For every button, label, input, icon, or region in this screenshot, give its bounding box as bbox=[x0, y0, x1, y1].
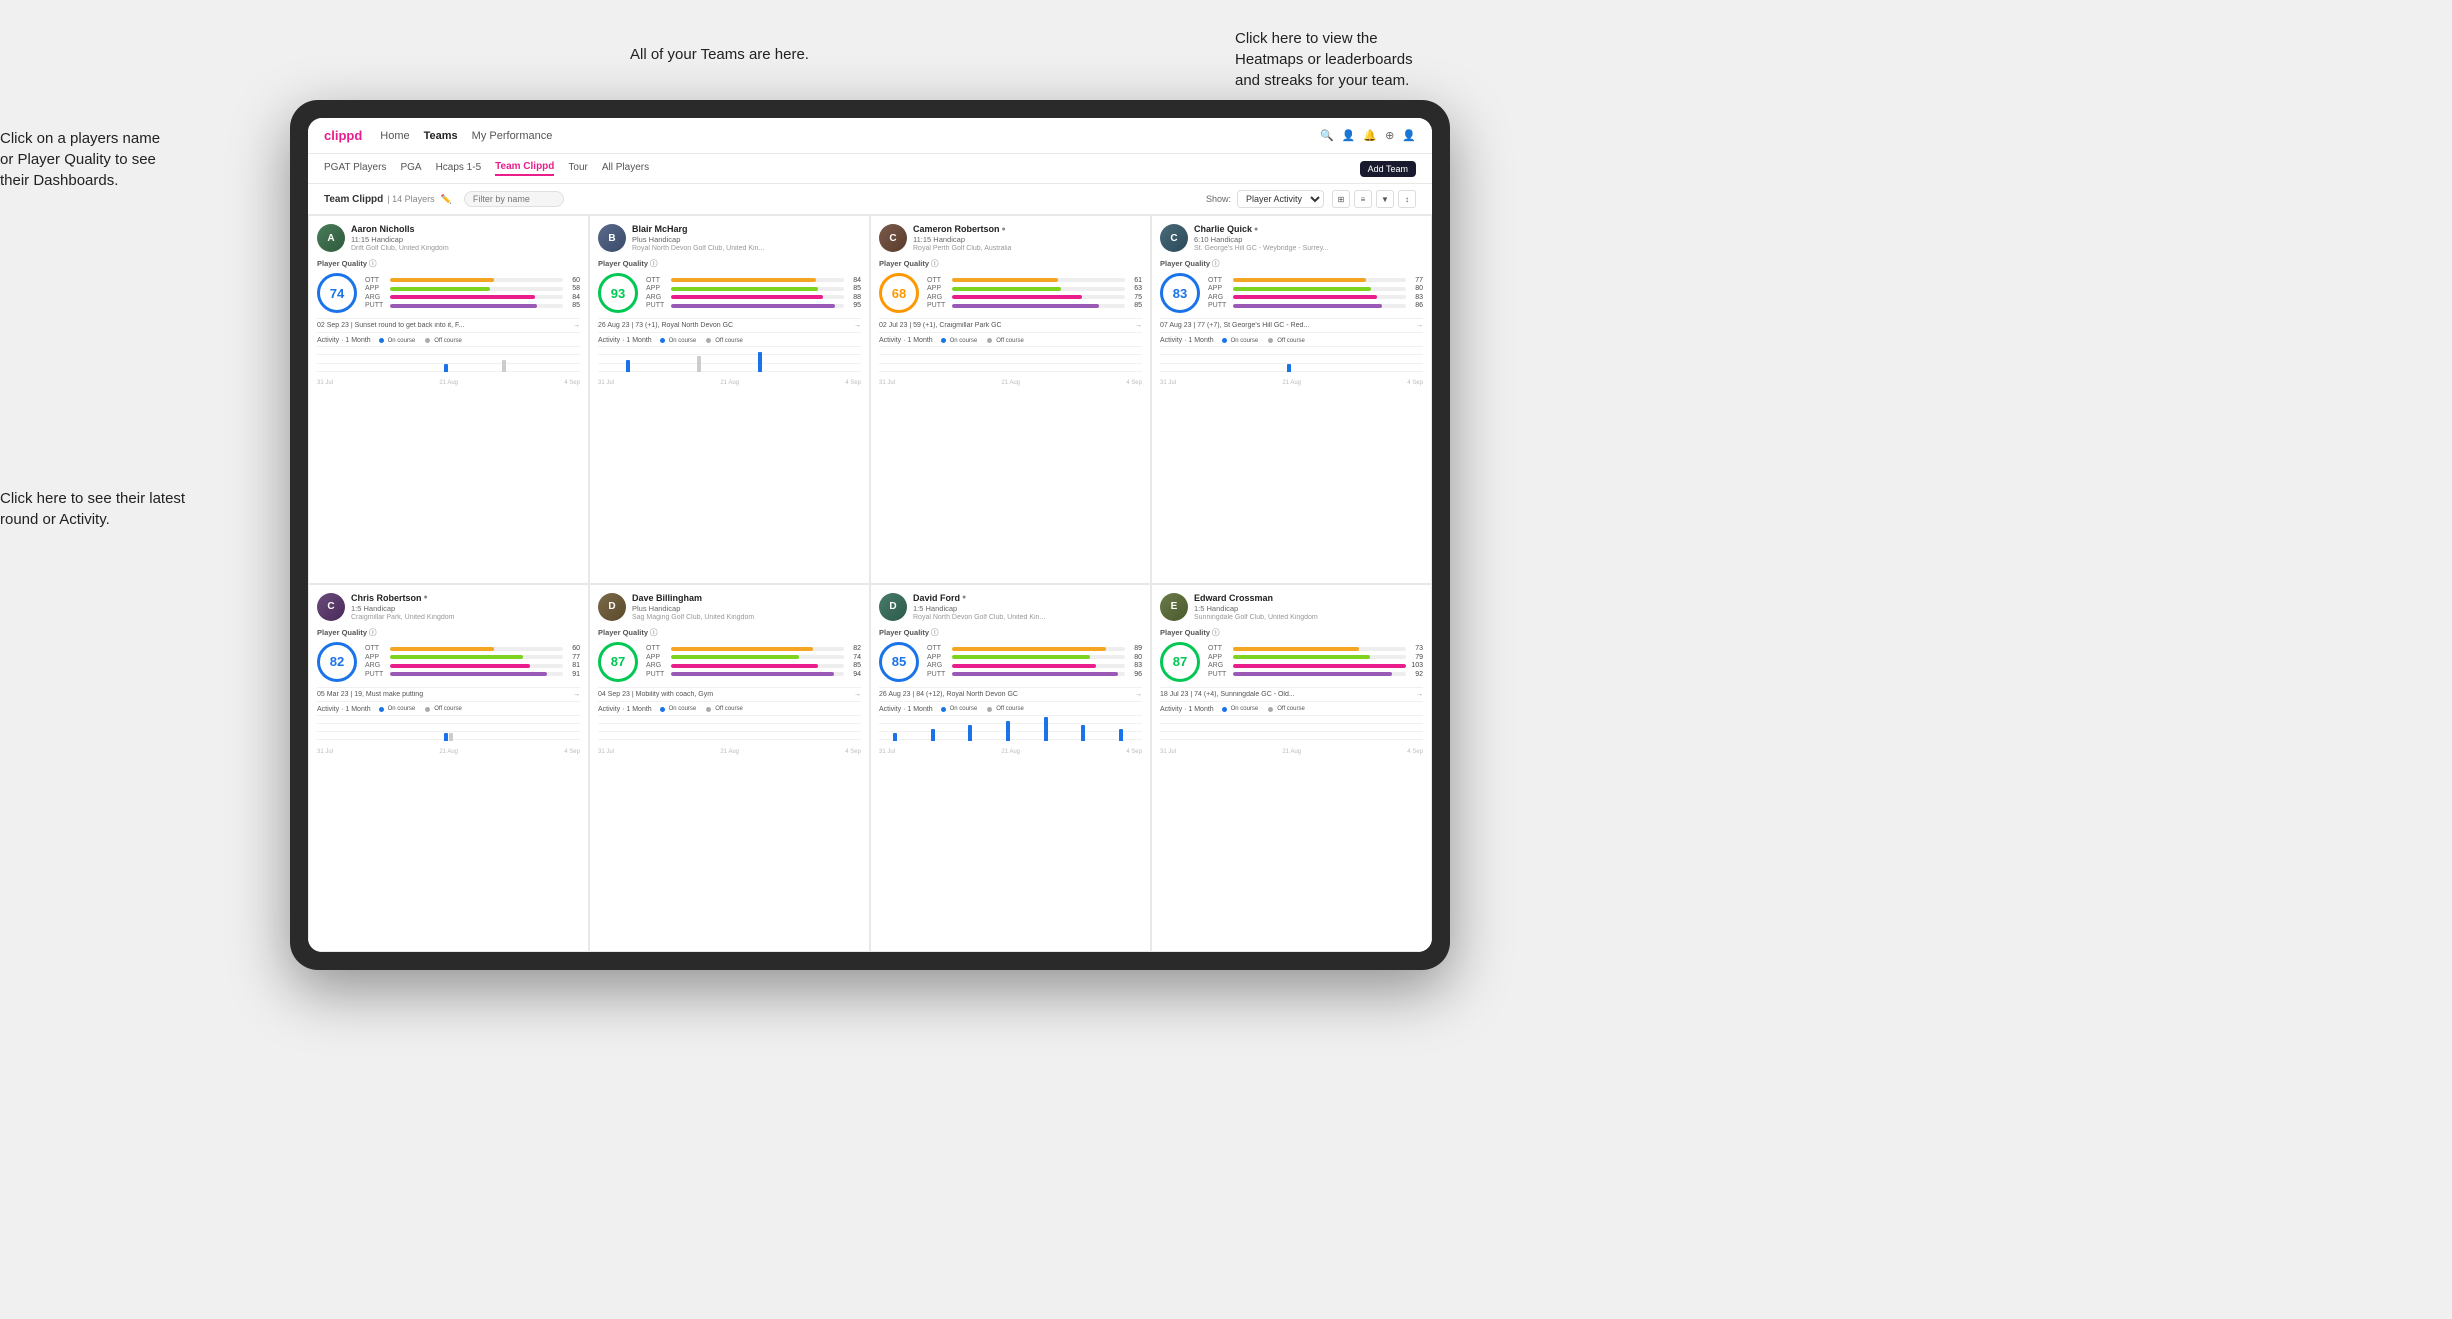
quality-stats-aaron: OTT60 APP58 ARG84 PUTT85 bbox=[365, 277, 580, 310]
player-name-aaron[interactable]: Aaron Nicholls bbox=[351, 224, 580, 234]
player-hcp-edward: 1:5 Handicap bbox=[1194, 604, 1423, 613]
player-hcp-david: 1:5 Handicap bbox=[913, 604, 1142, 613]
player-name-blair[interactable]: Blair McHarg bbox=[632, 224, 861, 234]
avatar-charlie[interactable]: C bbox=[1160, 224, 1188, 252]
player-card-charlie: C Charlie Quick ● 6:10 Handicap St. Geor… bbox=[1151, 215, 1432, 584]
avatar-dave[interactable]: D bbox=[598, 593, 626, 621]
latest-round-charlie[interactable]: 07 Aug 23 | 77 (+7), St George's Hill GC… bbox=[1160, 318, 1423, 333]
sub-nav: PGAT Players PGA Hcaps 1-5 Team Clippd T… bbox=[308, 154, 1432, 184]
player-name-david[interactable]: David Ford ● bbox=[913, 593, 1142, 603]
activity-aaron: Activity · 1 Month On course Off course bbox=[317, 337, 580, 575]
nav-home[interactable]: Home bbox=[380, 130, 409, 142]
quality-score-blair[interactable]: 93 bbox=[598, 273, 638, 313]
settings-icon[interactable]: ⊕ bbox=[1385, 129, 1394, 142]
avatar-aaron[interactable]: A bbox=[317, 224, 345, 252]
player-name-charlie[interactable]: Charlie Quick ● bbox=[1194, 224, 1423, 234]
latest-round-aaron[interactable]: 02 Sep 23 | Sunset round to get back int… bbox=[317, 318, 580, 333]
avatar-blair[interactable]: B bbox=[598, 224, 626, 252]
subnav-tour[interactable]: Tour bbox=[568, 162, 587, 175]
player-header-aaron: A Aaron Nicholls 11:15 Handicap Drift Go… bbox=[317, 224, 580, 252]
subnav-all-players[interactable]: All Players bbox=[602, 162, 649, 175]
player-club-blair: Royal North Devon Golf Club, United Kin.… bbox=[632, 245, 861, 252]
quality-score-dave[interactable]: 87 bbox=[598, 642, 638, 682]
quality-section-aaron: 74 OTT60 APP58 ARG84 PUTT85 bbox=[317, 273, 580, 313]
player-card-cameron: C Cameron Robertson ● 11:15 Handicap Roy… bbox=[870, 215, 1151, 584]
latest-round-cameron[interactable]: 02 Jul 23 | 59 (+1), Craigmillar Park GC… bbox=[879, 318, 1142, 333]
add-team-button[interactable]: Add Team bbox=[1360, 161, 1416, 177]
player-card-aaron: A Aaron Nicholls 11:15 Handicap Drift Go… bbox=[308, 215, 589, 584]
player-grid: A Aaron Nicholls 11:15 Handicap Drift Go… bbox=[308, 215, 1432, 952]
annotation-latest-round: Click here to see their latest round or … bbox=[0, 488, 185, 530]
player-club-dave: Sag Maging Golf Club, United Kingdom bbox=[632, 614, 861, 621]
player-name-cameron[interactable]: Cameron Robertson ● bbox=[913, 224, 1142, 234]
tablet-frame: clippd Home Teams My Performance 🔍 👤 🔔 ⊕… bbox=[290, 100, 1450, 970]
edit-icon[interactable]: ✏️ bbox=[441, 194, 452, 205]
player-club-cameron: Royal Perth Golf Club, Australia bbox=[913, 245, 1142, 252]
player-hcp-charlie: 6:10 Handicap bbox=[1194, 235, 1423, 244]
player-club-david: Royal North Devon Golf Club, United Kin.… bbox=[913, 614, 1142, 621]
annotation-player-name: Click on a players name or Player Qualit… bbox=[0, 128, 160, 191]
quality-score-cameron[interactable]: 68 bbox=[879, 273, 919, 313]
bell-icon[interactable]: 🔔 bbox=[1363, 129, 1377, 142]
player-hcp-chris: 1:5 Handicap bbox=[351, 604, 580, 613]
latest-round-dave[interactable]: 04 Sep 23 | Mobility with coach, Gym → bbox=[598, 687, 861, 702]
list-view-button[interactable]: ≡ bbox=[1354, 190, 1372, 208]
nav-teams[interactable]: Teams bbox=[424, 130, 458, 142]
team-count: | 14 Players bbox=[387, 194, 434, 204]
search-icon[interactable]: 🔍 bbox=[1320, 129, 1334, 142]
grid-view-button[interactable]: ⊞ bbox=[1332, 190, 1350, 208]
latest-round-david[interactable]: 26 Aug 23 | 84 (+12), Royal North Devon … bbox=[879, 687, 1142, 702]
player-club-aaron: Drift Golf Club, United Kingdom bbox=[351, 245, 580, 252]
player-card-dave: D Dave Billingham Plus Handicap Sag Magi… bbox=[589, 584, 870, 953]
quality-label-aaron: Player Quality ⓘ bbox=[317, 258, 580, 269]
quality-score-david[interactable]: 85 bbox=[879, 642, 919, 682]
latest-round-blair[interactable]: 26 Aug 23 | 73 (+1), Royal North Devon G… bbox=[598, 318, 861, 333]
avatar-david[interactable]: D bbox=[879, 593, 907, 621]
quality-score-aaron[interactable]: 74 bbox=[317, 273, 357, 313]
show-select[interactable]: Player Activity bbox=[1237, 190, 1324, 208]
player-name-dave[interactable]: Dave Billingham bbox=[632, 593, 861, 603]
player-hcp-dave: Plus Handicap bbox=[632, 604, 861, 613]
latest-round-edward[interactable]: 18 Jul 23 | 74 (+4), Sunningdale GC - Ol… bbox=[1160, 687, 1423, 702]
latest-round-chris[interactable]: 05 Mar 23 | 19, Must make putting → bbox=[317, 687, 580, 702]
subnav-team-clippd[interactable]: Team Clippd bbox=[495, 161, 554, 176]
avatar-cameron[interactable]: C bbox=[879, 224, 907, 252]
sort-button[interactable]: ↕ bbox=[1398, 190, 1416, 208]
user-avatar-icon[interactable]: 👤 bbox=[1402, 129, 1416, 142]
tablet-screen: clippd Home Teams My Performance 🔍 👤 🔔 ⊕… bbox=[308, 118, 1432, 952]
player-club-edward: Sunningdale Golf Club, United Kingdom bbox=[1194, 614, 1423, 621]
app-logo: clippd bbox=[324, 128, 362, 143]
show-label: Show: bbox=[1206, 194, 1231, 204]
subnav-hcaps[interactable]: Hcaps 1-5 bbox=[436, 162, 482, 175]
avatar-edward[interactable]: E bbox=[1160, 593, 1188, 621]
search-input[interactable] bbox=[464, 191, 564, 207]
view-icons: ⊞ ≡ ▼ ↕ bbox=[1332, 190, 1416, 208]
player-card-edward: E Edward Crossman 1:5 Handicap Sunningda… bbox=[1151, 584, 1432, 953]
player-name-chris[interactable]: Chris Robertson ● bbox=[351, 593, 580, 603]
nav-icons: 🔍 👤 🔔 ⊕ 👤 bbox=[1320, 129, 1416, 142]
profile-icon[interactable]: 👤 bbox=[1342, 129, 1356, 142]
subnav-pgat[interactable]: PGAT Players bbox=[324, 162, 386, 175]
player-club-charlie: St. George's Hill GC - Weybridge - Surre… bbox=[1194, 245, 1423, 252]
quality-score-edward[interactable]: 87 bbox=[1160, 642, 1200, 682]
team-header: Team Clippd | 14 Players ✏️ Show: Player… bbox=[308, 184, 1432, 215]
team-title: Team Clippd bbox=[324, 194, 383, 205]
player-name-edward[interactable]: Edward Crossman bbox=[1194, 593, 1423, 603]
nav-performance[interactable]: My Performance bbox=[472, 130, 553, 142]
quality-score-chris[interactable]: 82 bbox=[317, 642, 357, 682]
subnav-pga[interactable]: PGA bbox=[400, 162, 421, 175]
player-hcp-blair: Plus Handicap bbox=[632, 235, 861, 244]
player-card-chris: C Chris Robertson ● 1:5 Handicap Craigmi… bbox=[308, 584, 589, 953]
nav-bar: clippd Home Teams My Performance 🔍 👤 🔔 ⊕… bbox=[308, 118, 1432, 154]
player-hcp-aaron: 11:15 Handicap bbox=[351, 235, 580, 244]
avatar-chris[interactable]: C bbox=[317, 593, 345, 621]
player-club-chris: Craigmillar Park, United Kingdom bbox=[351, 614, 580, 621]
annotation-teams: All of your Teams are here. bbox=[630, 44, 809, 65]
player-card-blair: B Blair McHarg Plus Handicap Royal North… bbox=[589, 215, 870, 584]
annotation-heatmaps: Click here to view the Heatmaps or leade… bbox=[1235, 28, 1413, 91]
filter-button[interactable]: ▼ bbox=[1376, 190, 1394, 208]
quality-score-charlie[interactable]: 83 bbox=[1160, 273, 1200, 313]
player-hcp-cameron: 11:15 Handicap bbox=[913, 235, 1142, 244]
player-card-david: D David Ford ● 1:5 Handicap Royal North … bbox=[870, 584, 1151, 953]
